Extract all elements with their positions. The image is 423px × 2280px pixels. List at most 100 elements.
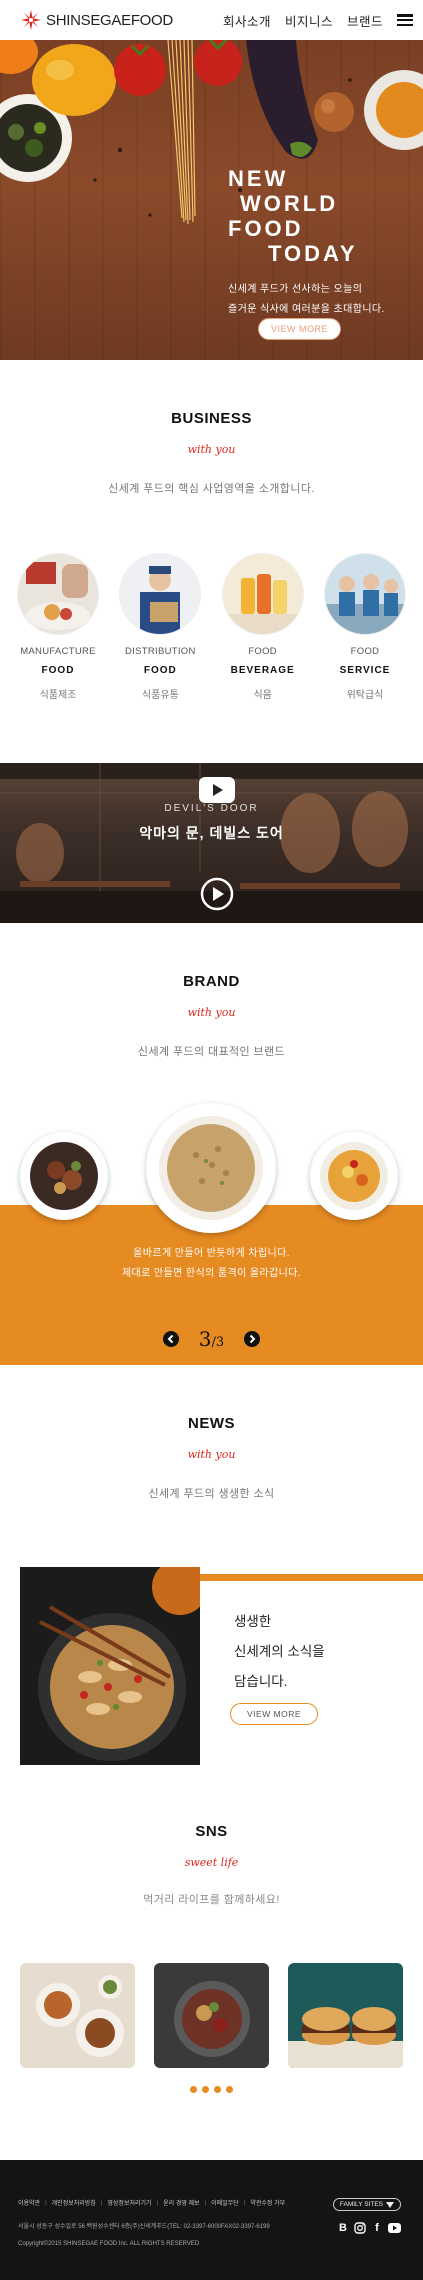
hero-view-more-button[interactable]: VIEW MORE <box>258 318 342 340</box>
section-desc: 신세계 푸드의 생생한 소식 <box>148 1488 275 1500</box>
caret-down-icon <box>386 2201 394 2208</box>
news-copy-line: 생생한 <box>234 1614 272 1629</box>
section-desc: 신세계 푸드의 대표적인 브랜드 <box>137 1046 286 1058</box>
business-ko-label: 식품유통 <box>141 690 179 701</box>
nav-business[interactable]: 비지니스 <box>285 11 333 30</box>
menu-icon[interactable] <box>397 14 413 26</box>
social-links: B f <box>337 2222 401 2234</box>
news-section: NEWS with you 신세계 푸드의 생생한 소식 생생한 신세계의 소식… <box>0 1365 423 1801</box>
brand-dish-center[interactable] <box>146 1103 276 1233</box>
business-section: BUSINESS with you 신세계 푸드의 핵심 사업영역을 소개합니다… <box>0 360 423 763</box>
page-total: 3 <box>215 1335 225 1350</box>
sns-pagination <box>0 2086 423 2093</box>
logo-text: SHINSEGAEFOOD <box>46 11 173 29</box>
distribution-photo <box>120 554 201 634</box>
page-current: 3 <box>198 1327 212 1351</box>
hero-title: NEW WORLD FOOD TODAY <box>228 166 385 266</box>
pagination-dot[interactable] <box>214 2086 221 2093</box>
beverage-photo <box>222 554 303 634</box>
play-icon[interactable] <box>200 877 234 911</box>
footer-link[interactable]: 이용약관 <box>18 2198 40 2207</box>
video-title: 악마의 문, 데빌스 도어 <box>139 825 284 841</box>
business-en-label: FOOD <box>248 646 277 657</box>
business-list: MANUFACTURE FOOD 식품제조 DISTRIBUTION FOOD … <box>0 554 423 701</box>
hero-title-line: WORLD <box>240 191 339 216</box>
business-item-service[interactable]: FOOD SERVICE 위탁급식 <box>324 554 405 701</box>
news-view-more-button[interactable]: VIEW MORE <box>230 1703 319 1725</box>
hero-subtitle-line: 신세계 푸드가 선사하는 오늘의 <box>228 284 363 295</box>
sns-post[interactable] <box>288 1963 403 2068</box>
business-item-distribution[interactable]: DISTRIBUTION FOOD 식품유통 <box>120 554 201 701</box>
hero-title-line: FOOD <box>228 216 304 241</box>
news-copy-line: 신세계의 소식을 <box>234 1644 325 1659</box>
facebook-icon[interactable]: f <box>371 2222 383 2234</box>
footer-link[interactable]: 영상정보처리기기 <box>107 2198 151 2207</box>
footer-link[interactable]: 개인정보처리방침 <box>52 2198 96 2207</box>
pagination-dot[interactable] <box>226 2086 233 2093</box>
business-ko-label: 식품제조 <box>39 690 77 701</box>
news-photo[interactable] <box>20 1567 200 1765</box>
blog-icon[interactable]: B <box>337 2222 349 2234</box>
pagination-dot[interactable] <box>202 2086 209 2093</box>
section-title: SNS <box>195 1823 228 1840</box>
hero-subtitle: 신세계 푸드가 선사하는 오늘의 즐거운 식사에 여러분을 초대합니다. <box>228 280 385 320</box>
page-indicator: 3/3 <box>198 1327 225 1351</box>
footer-link[interactable]: 약관수정 가부 <box>250 2198 285 2207</box>
business-item-manufacture[interactable]: MANUFACTURE FOOD 식품제조 <box>18 554 98 701</box>
family-sites-label: FAMILY SITES <box>339 2201 383 2208</box>
section-title: NEWS <box>188 1415 235 1432</box>
news-copy-line: 담습니다. <box>234 1674 288 1689</box>
service-photo <box>324 554 405 634</box>
business-en-strong: BEVERAGE <box>230 665 295 676</box>
hero-copy: NEW WORLD FOOD TODAY 신세계 푸드가 선사하는 오늘의 즐거… <box>228 166 385 320</box>
nav-brand[interactable]: 브랜드 <box>347 11 383 30</box>
news-accent-bar <box>200 1574 423 1581</box>
brand-dish-right[interactable] <box>310 1132 398 1220</box>
news-copy: 생생한 신세계의 소식을 담습니다. <box>234 1607 325 1697</box>
section-script: with you <box>187 1448 236 1461</box>
next-arrow-icon[interactable] <box>244 1331 261 1347</box>
business-en-strong: FOOD <box>143 665 177 676</box>
pagination-dot[interactable] <box>190 2086 197 2093</box>
nav-company[interactable]: 회사소개 <box>223 11 271 30</box>
business-en-strong: SERVICE <box>339 665 391 676</box>
youtube-icon[interactable] <box>199 777 235 803</box>
prev-arrow-icon[interactable] <box>162 1331 179 1347</box>
sns-section: SNS sweet life 먹거리 라이프를 함께하세요! <box>0 1801 423 2160</box>
business-en-strong: FOOD <box>41 665 75 676</box>
instagram-icon[interactable] <box>354 2222 366 2234</box>
business-en-label: FOOD <box>350 646 380 657</box>
brand-copy-line: 올바르게 만들어 반듯하게 차립니다. <box>133 1248 290 1259</box>
section-script: sweet life <box>184 1856 239 1869</box>
business-item-beverage[interactable]: FOOD BEVERAGE 식음 <box>222 554 303 701</box>
logo[interactable]: SHINSEGAEFOOD <box>20 9 173 31</box>
hero-title-line: TODAY <box>268 241 358 266</box>
section-desc: 신세계 푸드의 핵심 사업영역을 소개합니다. <box>108 483 315 495</box>
site-footer: 이용약관 | 개인정보처리방침 | 영상정보처리기기 | 윤리 경영 제보 | 이메일무… <box>0 2160 423 2280</box>
sns-post[interactable] <box>20 1963 135 2068</box>
video-copy: DEVIL'S DOOR 악마의 문, 데빌스 도어 <box>0 803 423 843</box>
video-banner[interactable]: DEVIL'S DOOR 악마의 문, 데빌스 도어 <box>0 763 423 923</box>
video-tag: DEVIL'S DOOR <box>164 803 259 814</box>
youtube-icon[interactable] <box>388 2223 401 2233</box>
business-en-label: DISTRIBUTION <box>125 646 196 657</box>
footer-link[interactable]: 이메일무단 <box>211 2198 239 2207</box>
section-title: BRAND <box>183 973 240 990</box>
footer-link[interactable]: 윤리 경영 제보 <box>163 2198 199 2207</box>
footer-copyright: Copyright©2015 SHINSEGAE FOOD Inc. ALL R… <box>18 2241 200 2247</box>
brand-copy: 올바르게 만들어 반듯하게 차립니다. 제대로 만들면 한식의 품격이 올라갑니… <box>0 1244 423 1284</box>
section-script: with you <box>187 443 236 456</box>
hero-title-line: NEW <box>228 166 289 191</box>
main-nav: 회사소개 비지니스 브랜드 <box>223 11 413 30</box>
site-header: SHINSEGAEFOOD 회사소개 비지니스 브랜드 <box>0 0 423 40</box>
hero-banner: NEW WORLD FOOD TODAY 신세계 푸드가 선사하는 오늘의 즐거… <box>0 40 423 360</box>
brand-dish-left[interactable] <box>20 1132 108 1220</box>
brand-section: BRAND with you 신세계 푸드의 대표적인 브랜드 올바르게 만들어… <box>0 923 423 1365</box>
sns-grid <box>0 1963 423 2068</box>
family-sites-button[interactable]: FAMILY SITES <box>332 2198 401 2211</box>
sns-post[interactable] <box>154 1963 269 2068</box>
section-desc: 먹거리 라이프를 함께하세요! <box>143 1894 280 1906</box>
section-script: with you <box>187 1006 236 1019</box>
hero-subtitle-line: 즐거운 식사에 여러분을 초대합니다. <box>228 304 385 315</box>
business-ko-label: 위탁급식 <box>346 690 384 701</box>
